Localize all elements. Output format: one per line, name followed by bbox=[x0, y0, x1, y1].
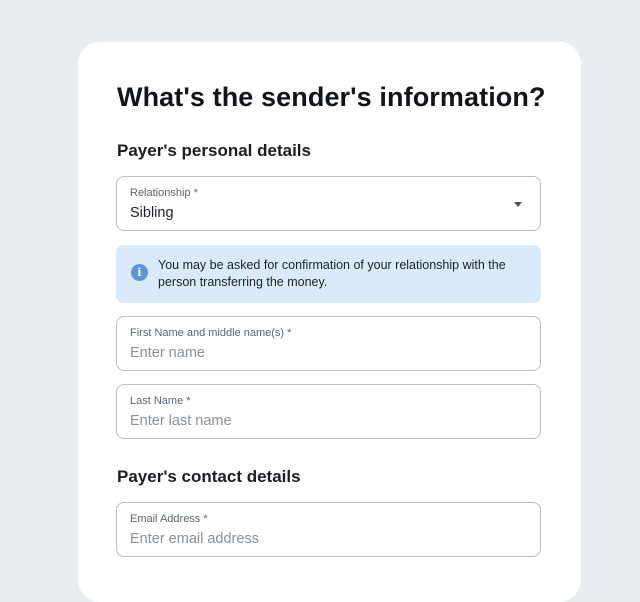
chevron-down-icon[interactable] bbox=[514, 202, 522, 207]
last-name-field[interactable]: Last Name * bbox=[116, 384, 541, 439]
form-card: What's the sender's information? Payer's… bbox=[78, 42, 581, 602]
relationship-label: Relationship * bbox=[130, 187, 198, 199]
page-title: What's the sender's information? bbox=[117, 82, 546, 112]
relationship-value: Sibling bbox=[130, 205, 174, 221]
email-field[interactable]: Email Address * bbox=[116, 502, 541, 557]
last-name-label: Last Name * bbox=[130, 395, 191, 407]
notice-text: You may be asked for confirmation of you… bbox=[158, 258, 506, 289]
email-label: Email Address * bbox=[130, 513, 208, 525]
email-input[interactable] bbox=[130, 531, 520, 547]
first-name-label: First Name and middle name(s) * bbox=[130, 327, 292, 339]
first-name-field[interactable]: First Name and middle name(s) * bbox=[116, 316, 541, 371]
personal-details-heading: Payer's personal details bbox=[117, 141, 311, 160]
last-name-input[interactable] bbox=[130, 413, 520, 429]
first-name-input[interactable] bbox=[130, 345, 520, 361]
relationship-select[interactable]: Relationship * Sibling bbox=[116, 176, 541, 231]
contact-details-heading: Payer's contact details bbox=[117, 467, 301, 486]
info-icon: i bbox=[131, 264, 148, 281]
relationship-notice: i You may be asked for confirmation of y… bbox=[116, 245, 541, 303]
